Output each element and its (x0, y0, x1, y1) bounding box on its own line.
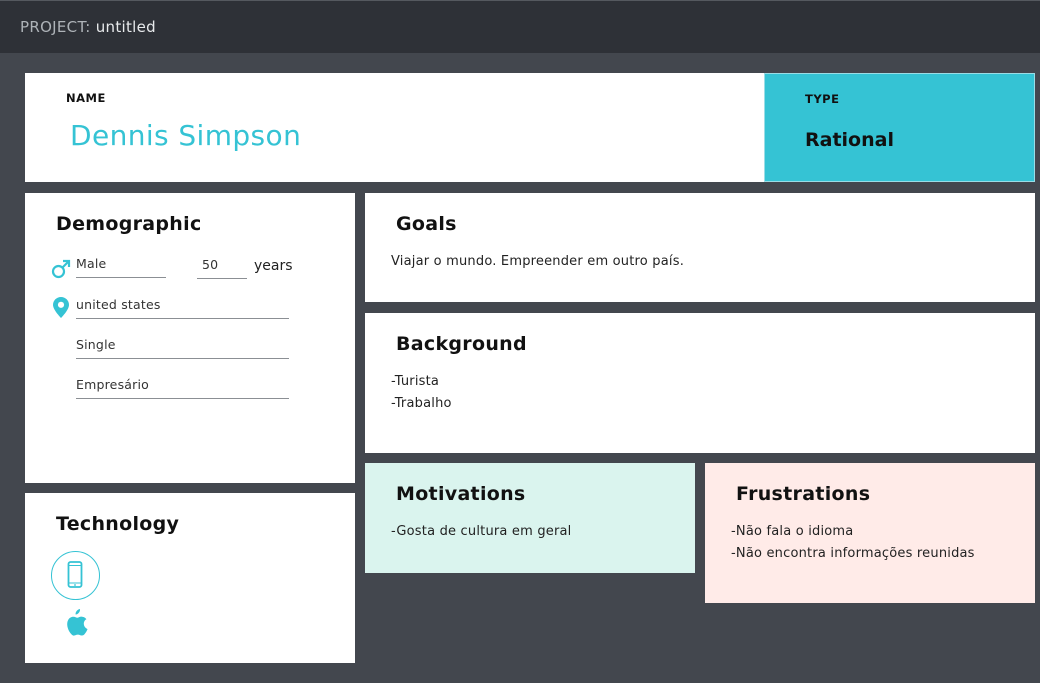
top-bar: PROJECT: untitled (0, 0, 1040, 53)
smartphone-icon[interactable] (51, 551, 100, 600)
technology-title: Technology (56, 513, 180, 535)
male-icon (51, 259, 71, 279)
technology-card: Technology (25, 493, 355, 663)
project-title: PROJECT: untitled (20, 18, 156, 36)
motivations-card: Motivations -Gosta de cultura em geral (365, 463, 695, 573)
name-label: NAME (66, 91, 106, 105)
name-card: NAME Dennis Simpson (25, 73, 764, 182)
apple-icon[interactable] (64, 609, 88, 637)
background-text[interactable]: -Turista -Trabalho (391, 371, 452, 415)
goals-line: Viajar o mundo. Empreender em outro país… (391, 254, 685, 269)
type-label: TYPE (805, 92, 840, 106)
frustrations-line: -Não encontra informações reunidas (731, 546, 975, 561)
frustrations-card: Frustrations -Não fala o idioma -Não enc… (705, 463, 1035, 603)
goals-card: Goals Viajar o mundo. Empreender em outr… (365, 193, 1035, 302)
motivations-line: -Gosta de cultura em geral (391, 524, 572, 539)
background-line: -Turista (391, 374, 440, 389)
location-pin-icon (53, 297, 69, 318)
background-title: Background (396, 333, 527, 355)
motivations-text[interactable]: -Gosta de cultura em geral (391, 521, 572, 543)
background-line: -Trabalho (391, 396, 452, 411)
project-name[interactable]: untitled (96, 18, 156, 36)
goals-title: Goals (396, 213, 457, 235)
frustrations-line: -Não fala o idioma (731, 524, 854, 539)
persona-name[interactable]: Dennis Simpson (70, 119, 301, 152)
demographic-card: Demographic Male 50 years united states … (25, 193, 355, 483)
goals-text[interactable]: Viajar o mundo. Empreender em outro país… (391, 251, 684, 273)
location-field[interactable]: united states (76, 297, 289, 319)
project-label: PROJECT: (20, 18, 91, 36)
age-field[interactable]: 50 (197, 257, 247, 279)
persona-type: Rational (805, 129, 894, 151)
occupation-field[interactable]: Empresário (76, 377, 289, 399)
motivations-title: Motivations (396, 483, 526, 505)
background-card: Background -Turista -Trabalho (365, 313, 1035, 453)
type-card[interactable]: TYPE Rational (764, 73, 1035, 182)
frustrations-title: Frustrations (736, 483, 871, 505)
frustrations-text[interactable]: -Não fala o idioma -Não encontra informa… (731, 521, 975, 565)
demographic-title: Demographic (56, 213, 202, 235)
status-field[interactable]: Single (76, 337, 289, 359)
gender-field[interactable]: Male (76, 256, 166, 278)
age-unit: years (254, 258, 293, 274)
